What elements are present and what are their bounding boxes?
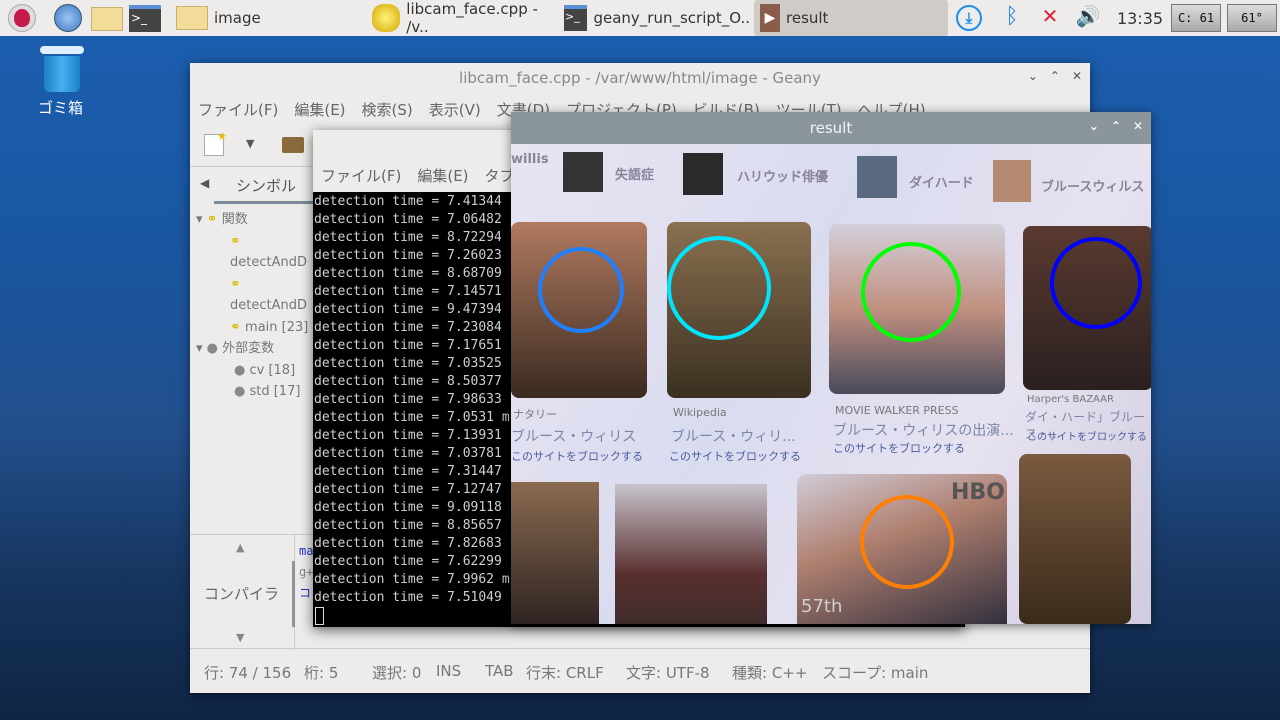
tree-item[interactable]: ⚭ detectAndD [196, 231, 313, 274]
variable-icon: ● [234, 384, 246, 399]
new-file-icon[interactable]: ★ [204, 130, 227, 156]
tab-scroll-left-icon[interactable]: ◀ [200, 176, 209, 190]
symbol-tree: ▾ ⚭ 関数 ⚭ detectAndD ⚭ detectAndD ⚭ main … [196, 209, 313, 403]
file-manager-icon[interactable] [91, 7, 123, 31]
menu-file[interactable]: ファイル(F) [198, 99, 278, 120]
task-result[interactable]: ▶ result [754, 0, 948, 36]
status-column: 桁: 5 [304, 664, 339, 682]
result-window: result ⌄ ⌃ ✕ willis 失語症 ハリウッド俳優 ダイハード ブルース… [511, 112, 1151, 624]
tree-group-functions[interactable]: ▾ ⚭ 関数 [196, 209, 313, 231]
tree-item[interactable]: ● cv [18] [196, 360, 313, 382]
network-disconnected-icon[interactable]: ✕ [1036, 4, 1064, 32]
function-icon: ⚭ [230, 276, 241, 292]
minimize-button[interactable]: ⌄ [1089, 119, 1099, 133]
status-ins: INS [436, 662, 462, 680]
clock[interactable]: 13:35 [1117, 9, 1163, 28]
new-dropdown-icon[interactable]: ▼ [246, 137, 254, 150]
trash-label: ゴミ箱 [38, 99, 84, 117]
temp-monitor[interactable]: 61° [1227, 4, 1277, 32]
menu-view[interactable]: 表示(V) [429, 99, 481, 120]
update-download-icon[interactable]: ⤓ [956, 5, 982, 31]
compiler-line: g+ [299, 565, 314, 579]
task-terminal[interactable]: >_ geany_run_script_O.. [558, 0, 750, 36]
status-filetype: 種類: C++ [732, 664, 808, 682]
menu-search[interactable]: 検索(S) [362, 99, 413, 120]
tree-item[interactable]: ⚭ main [23] [196, 317, 313, 339]
compiler-output: ma g+ コ [299, 541, 313, 604]
window-icon: ▶ [760, 4, 780, 32]
function-icon: ⚭ [230, 233, 241, 249]
symbol-sidebar: ◀ シンボル ▾ ⚭ 関数 ⚭ detectAndD ⚭ detectAndD … [190, 166, 314, 534]
raspberry-menu-icon[interactable] [8, 4, 36, 32]
panel-scroll-down-icon[interactable]: ▼ [236, 631, 244, 644]
face-circle [667, 236, 771, 340]
result-title: result [809, 119, 853, 137]
menu-edit[interactable]: 編集(E) [294, 99, 345, 120]
task-label: geany_run_script_O.. [593, 9, 750, 27]
tab-compiler[interactable]: コンパイラ [204, 583, 279, 604]
tree-item[interactable]: ⚭ detectAndD [196, 274, 313, 317]
cpu-monitor[interactable]: C: 61 [1171, 4, 1221, 32]
face-detections [538, 236, 1142, 589]
tree-group-externals[interactable]: ▾ ● 外部変数 [196, 338, 313, 360]
face-circle [861, 242, 961, 342]
face-circle [538, 247, 624, 333]
status-bar: 行: 74 / 156 桁: 5 選択: 0 INS TAB 行末: CRLF … [204, 662, 928, 683]
terminal-cursor [315, 607, 324, 625]
task-image[interactable]: image [170, 0, 360, 36]
status-line: 行: 74 / 156 [204, 664, 292, 682]
folder-icon [176, 6, 208, 30]
close-button[interactable]: ✕ [1072, 69, 1082, 83]
minimize-button[interactable]: ⌄ [1028, 69, 1038, 83]
bluetooth-icon[interactable]: ᛒ [998, 4, 1026, 32]
open-file-icon[interactable] [282, 137, 304, 153]
geany-icon [372, 4, 401, 32]
function-icon: ⚭ [230, 319, 241, 335]
camera-frame: willis 失語症 ハリウッド俳優 ダイハード ブルースウィルス ナタリー W… [511, 144, 1151, 624]
close-button[interactable]: ✕ [1133, 119, 1143, 133]
compiler-line: コ [299, 586, 312, 600]
status-tab: TAB [485, 662, 514, 680]
trash-icon[interactable] [40, 46, 84, 92]
face-circle [860, 495, 954, 589]
maximize-button[interactable]: ⌃ [1111, 119, 1121, 133]
taskbar: >_ image libcam_face.cpp - /v.. >_ geany_… [0, 0, 1280, 36]
terminal-icon: >_ [564, 5, 588, 31]
volume-icon[interactable]: 🔊 [1074, 4, 1102, 32]
status-scope: スコープ: main [822, 664, 929, 682]
status-selection: 選択: 0 [372, 664, 422, 682]
tab-symbols[interactable]: シンボル [236, 175, 296, 196]
maximize-button[interactable]: ⌃ [1050, 69, 1060, 83]
terminal-launcher-icon[interactable]: >_ [129, 5, 161, 32]
task-label: result [786, 9, 829, 27]
terminal-menu-edit[interactable]: 編集(E) [417, 165, 468, 186]
task-label: image [214, 9, 261, 27]
browser-globe-icon[interactable] [54, 4, 82, 32]
panel-scroll-up-icon[interactable]: ▲ [236, 541, 244, 554]
terminal-menubar: ファイル(F) 編集(E) タブ [321, 165, 515, 186]
task-geany[interactable]: libcam_face.cpp - /v.. [366, 0, 556, 36]
variable-icon: ● [234, 362, 246, 378]
tree-item[interactable]: ● std [17] [196, 381, 313, 403]
status-encoding: 文字: UTF-8 [626, 664, 710, 682]
task-label: libcam_face.cpp - /v.. [406, 0, 538, 36]
status-eol: 行末: CRLF [526, 664, 604, 682]
geany-title: libcam_face.cpp - /var/www/html/image - … [459, 69, 821, 87]
face-circle [1050, 237, 1142, 329]
terminal-menu-file[interactable]: ファイル(F) [321, 165, 401, 186]
compiler-line: ma [299, 544, 314, 558]
